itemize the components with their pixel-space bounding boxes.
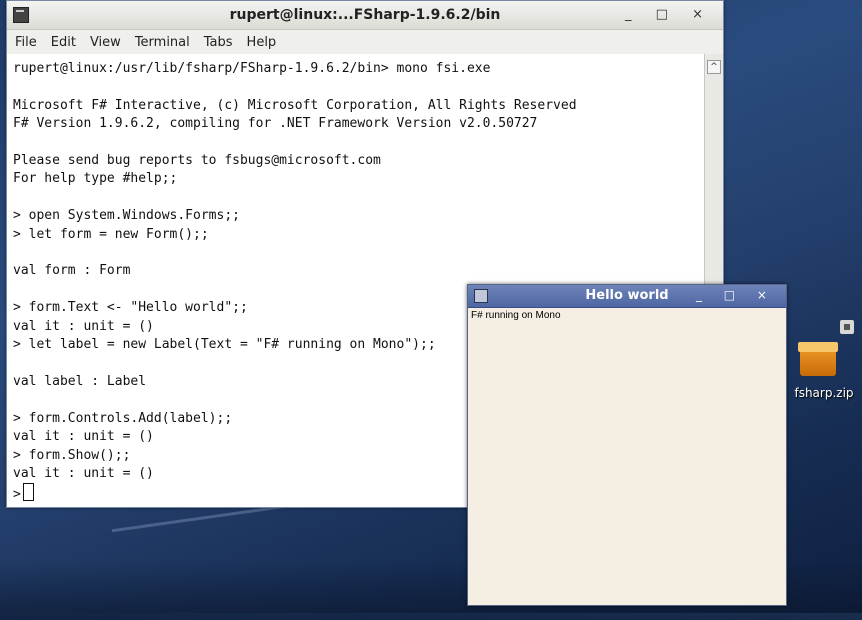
menu-view[interactable]: View bbox=[90, 35, 121, 50]
scroll-up-arrow-icon[interactable]: ^ bbox=[707, 60, 721, 74]
menu-tabs[interactable]: Tabs bbox=[204, 35, 233, 50]
menu-file[interactable]: File bbox=[15, 35, 37, 50]
hello-window-controls[interactable]: _ □ × bbox=[696, 288, 776, 302]
terminal-line: > open System.Windows.Forms;; bbox=[13, 208, 240, 224]
terminal-title: rupert@linux:...FSharp-1.9.6.2/bin bbox=[229, 7, 501, 23]
desktop-icon-fsharp-zip[interactable]: fsharp.zip bbox=[786, 320, 862, 410]
archive-icon[interactable] bbox=[798, 342, 838, 376]
terminal-line: val form : Form bbox=[13, 263, 131, 279]
desktop-icon-label: fsharp.zip bbox=[794, 386, 854, 400]
terminal-line: Please send bug reports to fsbugs@micros… bbox=[13, 153, 381, 169]
form-client-area: F# running on Mono bbox=[470, 309, 784, 603]
menu-edit[interactable]: Edit bbox=[51, 35, 76, 50]
terminal-prompt: > bbox=[13, 487, 21, 503]
terminal-line: Microsoft F# Interactive, (c) Microsoft … bbox=[13, 97, 577, 113]
text-cursor bbox=[22, 483, 34, 502]
hello-world-titlebar[interactable]: Hello world _ □ × bbox=[468, 285, 786, 308]
form-label: F# running on Mono bbox=[471, 310, 561, 321]
terminal-titlebar[interactable]: rupert@linux:...FSharp-1.9.6.2/bin _ □ × bbox=[7, 1, 723, 30]
terminal-line: F# Version 1.9.6.2, compiling for .NET F… bbox=[13, 116, 538, 132]
lock-icon bbox=[840, 320, 854, 334]
terminal-line: For help type #help;; bbox=[13, 171, 178, 187]
terminal-menubar: File Edit View Terminal Tabs Help bbox=[7, 30, 723, 54]
menu-help[interactable]: Help bbox=[247, 35, 277, 50]
terminal-line: > let form = new Form();; bbox=[13, 226, 209, 242]
menu-terminal[interactable]: Terminal bbox=[135, 35, 190, 50]
terminal-line: rupert@linux:/usr/lib/fsharp/FSharp-1.9.… bbox=[13, 61, 491, 76]
window-controls[interactable]: _ □ × bbox=[625, 7, 713, 22]
hello-world-window[interactable]: Hello world _ □ × F# running on Mono bbox=[467, 284, 787, 606]
